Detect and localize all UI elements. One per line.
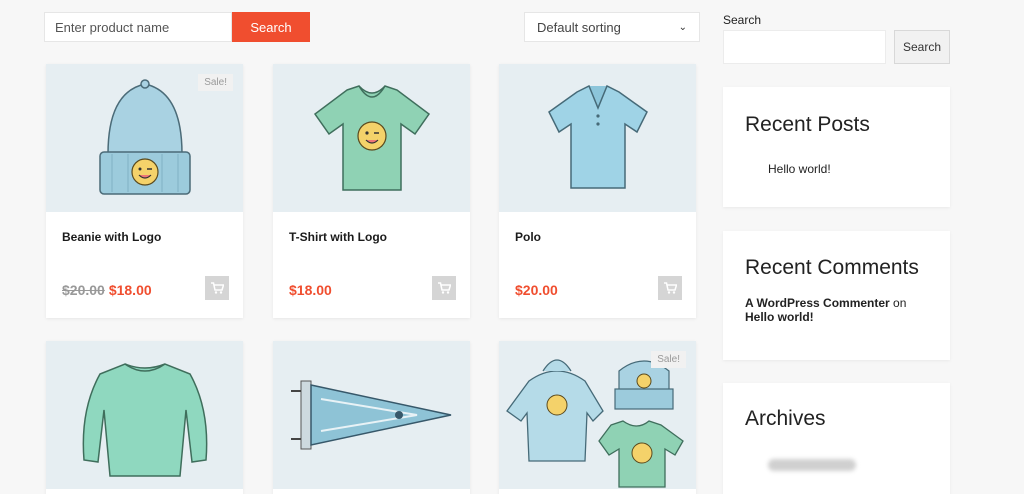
comment-on-text: on — [893, 296, 907, 310]
cart-icon — [210, 282, 224, 294]
archives-widget: Archives — [723, 383, 950, 494]
add-to-cart-button[interactable] — [658, 276, 682, 300]
recent-comments-widget: Recent Comments A WordPress Commenter on… — [723, 231, 950, 360]
comment-post-link[interactable]: Hello world! — [745, 310, 814, 324]
product-price: $18.00 — [289, 282, 332, 298]
sale-badge: Sale! — [198, 74, 233, 91]
product-title[interactable]: Beanie with Logo — [62, 230, 161, 244]
sidebar-search-input[interactable] — [723, 30, 886, 64]
recent-comment-item: A WordPress Commenter on Hello world! — [745, 296, 935, 324]
product-name-input[interactable] — [44, 12, 232, 42]
product-search-button[interactable]: Search — [232, 12, 310, 42]
recent-posts-widget: Recent Posts Hello world! — [723, 87, 950, 207]
recent-posts-title: Recent Posts — [745, 113, 870, 136]
beanie-image[interactable]: Sale! — [46, 64, 243, 212]
add-to-cart-button[interactable] — [205, 276, 229, 300]
product-title[interactable]: T-Shirt with Logo — [289, 230, 387, 244]
add-to-cart-button[interactable] — [432, 276, 456, 300]
sidebar-search-button[interactable]: Search — [894, 30, 950, 64]
polo-image[interactable] — [499, 64, 696, 212]
chevron-down-icon: ⌄ — [678, 21, 687, 33]
archive-link-blurred[interactable] — [768, 459, 856, 471]
product-card-long-sleeve[interactable] — [46, 341, 243, 494]
sale-badge: Sale! — [651, 351, 686, 368]
recent-post-link[interactable]: Hello world! — [768, 162, 831, 176]
sorting-label: Default sorting — [537, 19, 621, 35]
sidebar-search-label: Search — [723, 13, 762, 27]
archives-title: Archives — [745, 407, 826, 430]
sale-price: $18.00 — [108, 282, 152, 298]
sorting-select[interactable]: Default sorting ⌄ — [524, 12, 700, 42]
recent-comments-title: Recent Comments — [745, 256, 919, 279]
product-card-beanie[interactable]: Sale! Beanie with Logo $20.00 $18.00 — [46, 64, 243, 318]
product-title[interactable]: Polo — [515, 230, 541, 244]
product-price: $20.00 — [515, 282, 558, 298]
comment-author-link[interactable]: A WordPress Commenter — [745, 296, 890, 310]
pennant-image[interactable] — [273, 341, 470, 489]
product-search-bar: Search — [44, 12, 310, 42]
hoodie-set-image[interactable]: Sale! — [499, 341, 696, 489]
original-price: $20.00 — [62, 282, 105, 298]
long-sleeve-image[interactable] — [46, 341, 243, 489]
product-card-polo[interactable]: Polo $20.00 — [499, 64, 696, 318]
product-card-hoodie-set[interactable]: Sale! — [499, 341, 696, 494]
product-card-tshirt[interactable]: T-Shirt with Logo $18.00 — [273, 64, 470, 318]
product-card-pennant[interactable] — [273, 341, 470, 494]
tshirt-image[interactable] — [273, 64, 470, 212]
product-price: $20.00 $18.00 — [62, 282, 152, 298]
cart-icon — [437, 282, 451, 294]
cart-icon — [663, 282, 677, 294]
